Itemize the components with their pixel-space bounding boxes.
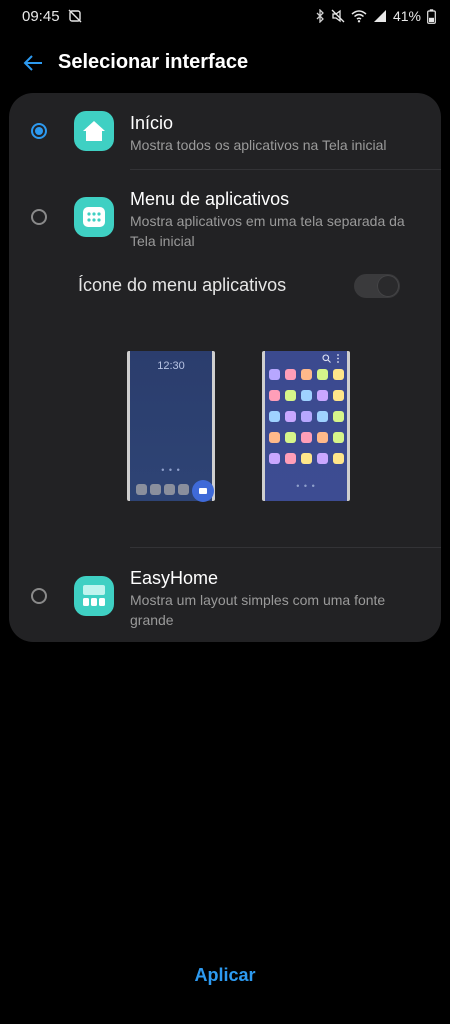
app-tile — [317, 453, 328, 464]
do-not-disturb-off-icon — [68, 9, 82, 23]
app-tile — [333, 453, 344, 464]
app-tile — [301, 369, 312, 380]
preview-dock — [136, 484, 189, 495]
option-title: Início — [130, 113, 174, 133]
dock-app — [150, 484, 161, 495]
search-icon — [322, 354, 331, 363]
status-icons: 41% — [315, 6, 436, 26]
option-inicio[interactable]: Início Mostra todos os aplicativos na Te… — [9, 93, 441, 169]
preview-home-screen: 12:30 • • • — [127, 351, 215, 502]
preview-apps-screen: • • • — [262, 351, 350, 501]
apply-button[interactable]: Aplicar — [0, 965, 450, 986]
app-tile — [269, 453, 280, 464]
dock-app — [178, 484, 189, 495]
app-tile — [333, 411, 344, 422]
app-tile — [333, 390, 344, 401]
app-tile — [285, 432, 296, 443]
app-tile — [285, 411, 296, 422]
app-tile — [301, 390, 312, 401]
app-tile — [333, 432, 344, 443]
preview-clock: 12:30 — [157, 360, 185, 372]
app-tile — [269, 369, 280, 380]
option-menu-aplicativos[interactable]: Menu de aplicativos Mostra aplicativos e… — [9, 170, 441, 258]
app-grid-icon — [74, 197, 114, 237]
easyhome-icon — [74, 576, 114, 616]
apps-menu-icon-toggle[interactable] — [354, 274, 400, 298]
app-tile — [317, 432, 328, 443]
dock-app — [164, 484, 175, 495]
interface-options-card: Início Mostra todos os aplicativos na Te… — [9, 93, 441, 642]
radio-menu-aplicativos[interactable] — [31, 209, 47, 225]
option-description: Mostra todos os aplicativos na Tela inic… — [130, 137, 387, 153]
back-button[interactable] — [18, 48, 48, 78]
page-dots: • • • — [161, 465, 181, 475]
status-time: 09:45 — [22, 8, 60, 25]
radio-easyhome[interactable] — [31, 588, 47, 604]
option-title: EasyHome — [130, 568, 219, 588]
app-tile — [269, 411, 280, 422]
status-bar: 09:45 41% — [0, 0, 450, 34]
page-title: Selecionar interface — [58, 51, 249, 73]
wifi-icon — [351, 10, 367, 23]
option-description: Mostra um layout simples com uma fonte g… — [130, 592, 386, 628]
app-tile — [285, 453, 296, 464]
app-tile — [317, 390, 328, 401]
app-tile — [269, 390, 280, 401]
app-tile — [317, 369, 328, 380]
apps-menu-icon-label: Ícone do menu aplicativos — [78, 275, 287, 295]
app-tile — [301, 453, 312, 464]
app-tile — [301, 432, 312, 443]
preview-app-grid — [269, 369, 344, 464]
app-tile — [333, 369, 344, 380]
bluetooth-icon — [316, 9, 324, 23]
apps-button-icon — [192, 480, 214, 502]
dock-app — [136, 484, 147, 495]
toggle-knob — [377, 275, 399, 297]
app-tile — [285, 390, 296, 401]
battery-percentage: 41% — [392, 8, 421, 24]
apps-menu-icon-row: Ícone do menu aplicativos — [9, 269, 441, 301]
option-description: Mostra aplicativos em uma tela separada … — [130, 213, 405, 249]
arrow-left-icon — [23, 55, 42, 71]
app-tile — [317, 411, 328, 422]
battery-icon — [427, 8, 436, 24]
mute-icon — [331, 9, 345, 23]
app-tile — [285, 369, 296, 380]
app-header: Selecionar interface — [0, 40, 450, 86]
home-icon — [74, 111, 114, 151]
page-dots: • • • — [296, 481, 316, 491]
option-title: Menu de aplicativos — [130, 189, 290, 209]
radio-inicio[interactable] — [31, 123, 47, 139]
option-easyhome[interactable]: EasyHome Mostra um layout simples com um… — [9, 548, 441, 642]
app-tile — [269, 432, 280, 443]
signal-icon — [373, 10, 386, 22]
app-tile — [301, 411, 312, 422]
more-options-icon — [337, 354, 339, 363]
